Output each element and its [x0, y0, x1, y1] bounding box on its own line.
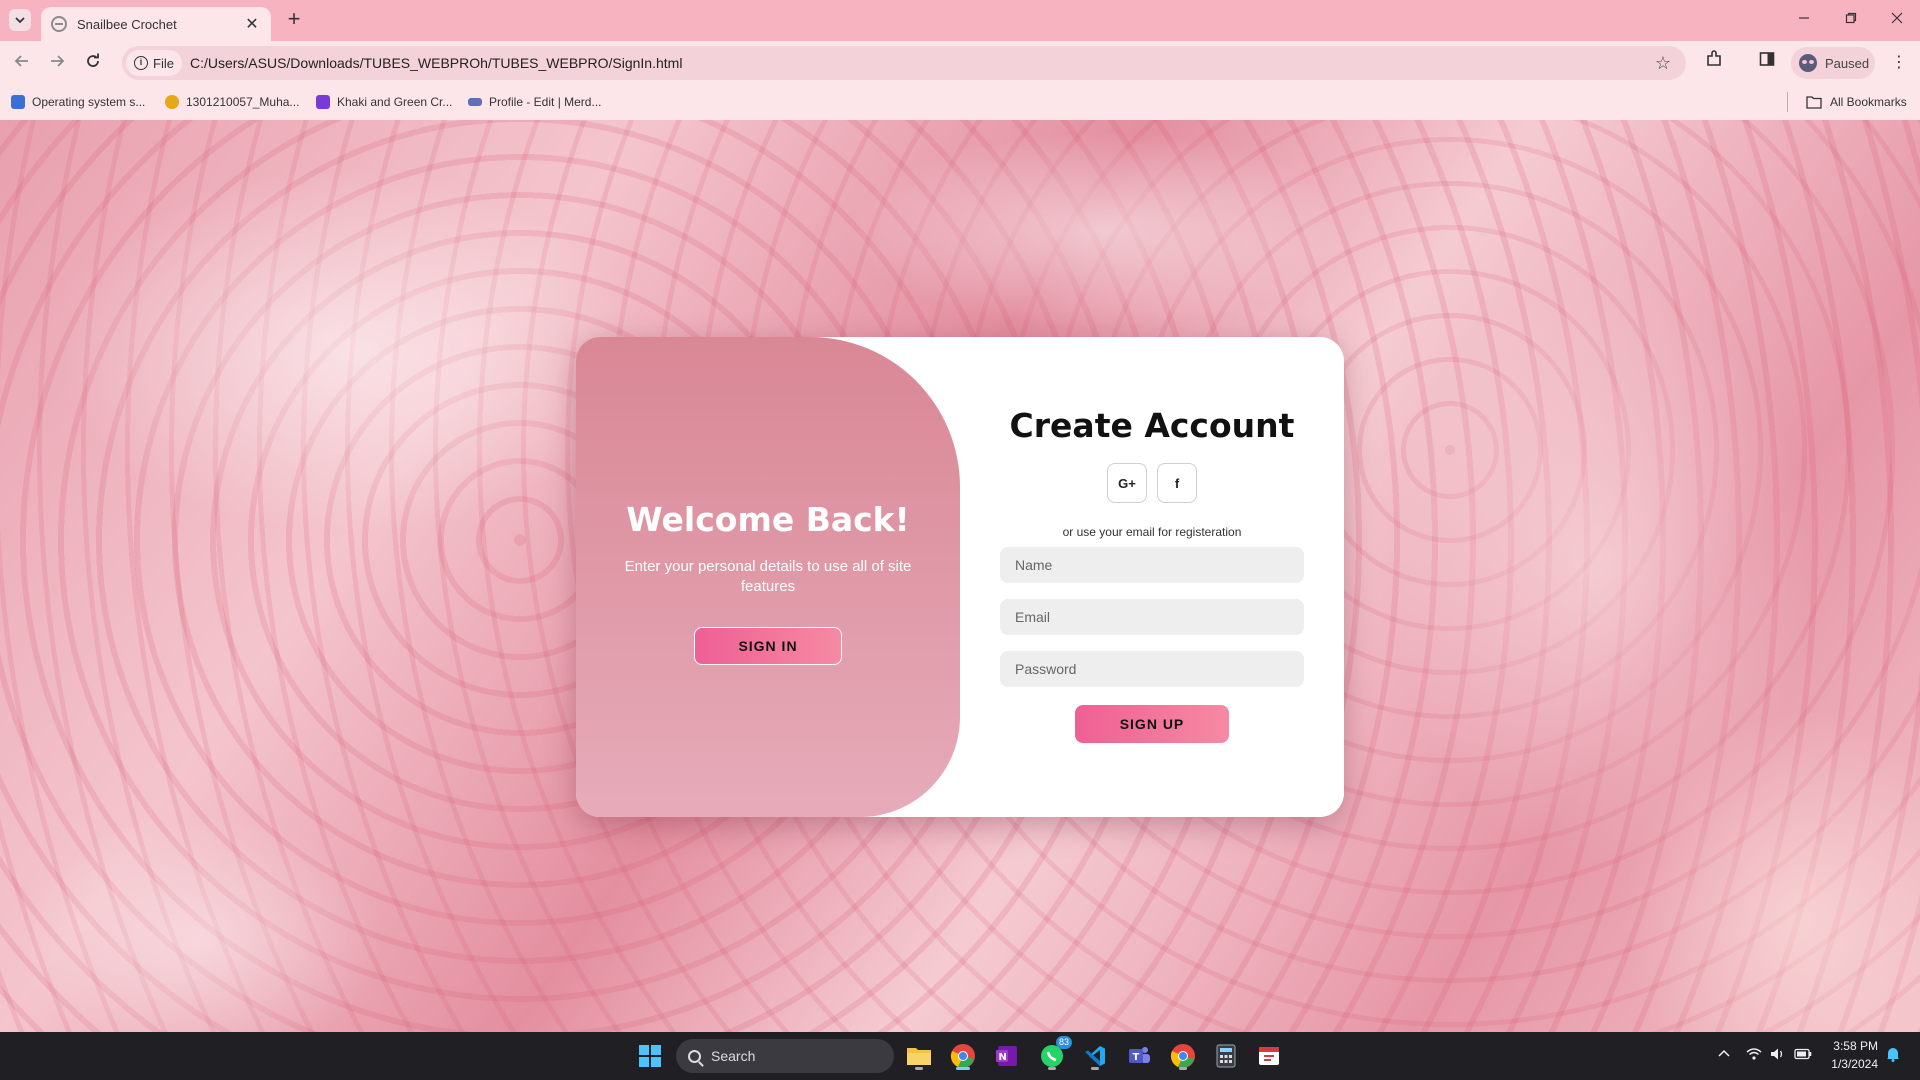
teams-icon[interactable]: T [1123, 1040, 1155, 1072]
sign-up-button[interactable]: SIGN UP [1075, 705, 1229, 743]
bookmark-item[interactable]: Khaki and Green Cr... [316, 92, 452, 112]
reload-icon[interactable] [80, 50, 106, 76]
minimize-icon[interactable] [1784, 8, 1824, 32]
new-tab-button[interactable]: + [282, 8, 306, 32]
notification-bell-icon[interactable] [1886, 1046, 1900, 1065]
forward-icon[interactable] [44, 50, 70, 76]
onenote-icon[interactable]: N [991, 1040, 1023, 1072]
tab-search-dropdown-icon[interactable] [9, 9, 31, 31]
vscode-icon[interactable] [1079, 1040, 1111, 1072]
taskbar-search[interactable]: Search [676, 1039, 894, 1073]
email-field[interactable] [1000, 599, 1304, 635]
bookmark-label: Profile - Edit | Merd... [489, 95, 602, 109]
snipping-tool-icon[interactable] [1253, 1040, 1285, 1072]
bookmark-label: Khaki and Green Cr... [337, 95, 453, 109]
wifi-icon[interactable] [1746, 1047, 1762, 1064]
calculator-icon[interactable] [1210, 1040, 1242, 1072]
browser-tab-active[interactable]: Snailbee Crochet ✕ [41, 7, 271, 41]
welcome-panel: Welcome Back! Enter your personal detail… [576, 337, 960, 817]
bookmark-favicon-icon [165, 95, 179, 109]
windows-logo-icon [639, 1045, 661, 1067]
google-plus-icon[interactable]: G+ [1107, 463, 1147, 503]
bookmark-star-icon[interactable]: ☆ [1648, 53, 1678, 74]
name-field[interactable] [1000, 547, 1304, 583]
create-account-title: Create Account [1009, 406, 1295, 445]
facebook-icon[interactable]: f [1157, 463, 1197, 503]
notification-badge: 83 [1055, 1036, 1072, 1049]
bookmark-item[interactable]: 1301210057_Muha... [165, 92, 299, 112]
password-field[interactable] [1000, 651, 1304, 687]
auth-card: Welcome Back! Enter your personal detail… [576, 337, 1344, 817]
chrome-profile-icon[interactable] [1167, 1040, 1199, 1072]
bookmark-label: Operating system s... [32, 95, 146, 109]
start-button[interactable] [634, 1040, 666, 1072]
file-explorer-icon[interactable] [903, 1040, 935, 1072]
info-icon: i [134, 56, 148, 70]
browser-toolbar: i File C:/Users/ASUS/Downloads/TUBES_WEB… [0, 41, 1920, 84]
profile-status: Paused [1825, 55, 1870, 71]
running-indicator [1048, 1067, 1056, 1070]
bookmark-favicon-icon [11, 95, 25, 109]
close-window-icon[interactable] [1877, 8, 1917, 32]
bookmark-favicon-icon [316, 95, 330, 109]
avatar [1799, 54, 1817, 72]
welcome-title: Welcome Back! [626, 499, 910, 539]
bookmark-item[interactable]: Profile - Edit | Merd... [468, 92, 601, 112]
social-buttons: G+ f [1107, 463, 1197, 503]
bookmark-label: 1301210057_Muha... [186, 95, 300, 109]
extensions-icon[interactable] [1701, 50, 1727, 76]
svg-text:N: N [999, 1052, 1007, 1063]
show-hidden-icons-chevron-icon[interactable] [1718, 1047, 1730, 1063]
taskbar-search-label: Search [711, 1048, 756, 1064]
whatsapp-icon[interactable]: 83 [1036, 1036, 1072, 1072]
restore-icon[interactable] [1831, 8, 1871, 32]
clock-time[interactable]: 3:58 PM [1820, 1039, 1878, 1053]
bookmarks-divider [1787, 92, 1788, 112]
side-panel-icon[interactable] [1754, 50, 1780, 76]
welcome-text: Enter your personal details to use all o… [624, 557, 912, 595]
page-viewport: Welcome Back! Enter your personal detail… [0, 120, 1920, 1032]
volume-icon[interactable] [1770, 1047, 1786, 1064]
all-bookmarks-button[interactable]: All Bookmarks [1806, 92, 1907, 112]
browser-menu-icon[interactable]: ⋮ [1886, 50, 1912, 76]
clock-date[interactable]: 1/3/2024 [1820, 1057, 1878, 1071]
all-bookmarks-label: All Bookmarks [1830, 95, 1907, 109]
profile-button[interactable]: Paused [1791, 47, 1875, 79]
svg-text:T: T [1133, 1052, 1140, 1063]
windows-taskbar: Search N 83 T 3:58 PM 1/3/2024 [0, 1032, 1920, 1080]
tab-strip: Snailbee Crochet ✕ + [0, 0, 1920, 41]
registration-hint: or use your email for registeration [1062, 525, 1242, 539]
back-icon[interactable] [9, 50, 35, 76]
create-account-form: Create Account G+ f or use your email fo… [960, 337, 1344, 817]
sign-in-button[interactable]: SIGN IN [694, 626, 842, 665]
bookmarks-bar: Operating system s... 1301210057_Muha...… [0, 84, 1920, 120]
chrome-icon[interactable] [947, 1040, 979, 1072]
running-indicator [915, 1067, 923, 1070]
address-bar[interactable]: i File C:/Users/ASUS/Downloads/TUBES_WEB… [122, 46, 1686, 80]
search-icon [688, 1049, 701, 1063]
battery-icon[interactable] [1794, 1047, 1812, 1063]
globe-icon [51, 16, 67, 32]
site-info-label: File [153, 55, 174, 71]
tab-title: Snailbee Crochet [77, 16, 177, 32]
close-tab-icon[interactable]: ✕ [243, 14, 261, 34]
url-text[interactable]: C:/Users/ASUS/Downloads/TUBES_WEBPROh/TU… [190, 55, 1648, 71]
running-indicator [1179, 1067, 1187, 1070]
bookmark-item[interactable]: Operating system s... [11, 92, 145, 112]
running-indicator [1091, 1067, 1099, 1070]
site-info-chip[interactable]: i File [126, 50, 182, 76]
bookmark-favicon-icon [468, 98, 482, 106]
running-indicator [956, 1067, 970, 1070]
folder-icon [1806, 96, 1822, 109]
